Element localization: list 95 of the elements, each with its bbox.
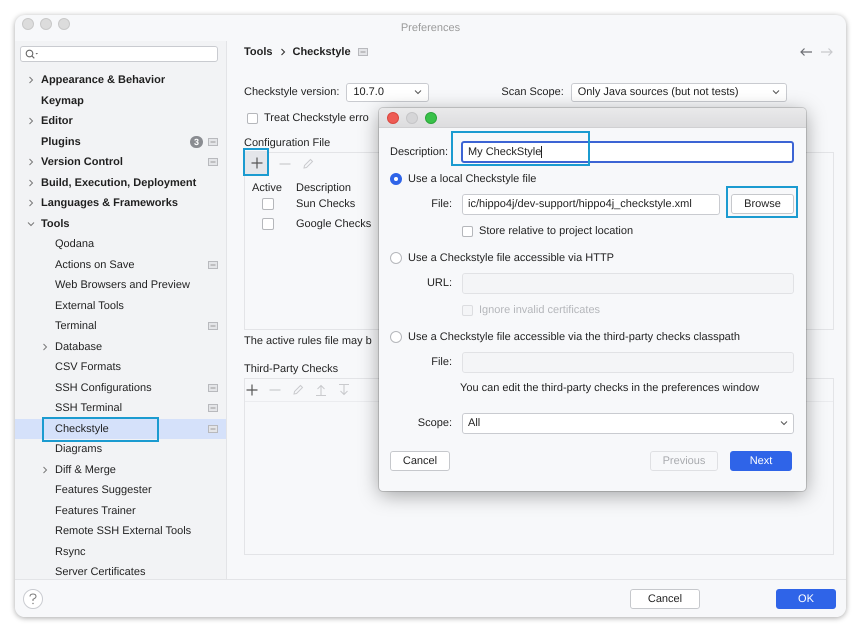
search-field[interactable] [20, 46, 218, 62]
plus-icon [250, 156, 262, 168]
sidebar-item[interactable]: Actions on Save [55, 256, 134, 273]
chevron-right-icon[interactable] [27, 158, 35, 166]
sidebar-item[interactable]: Database [55, 338, 102, 355]
checkbox-label: Store relative to project location [479, 225, 634, 237]
field-label: Checkstyle version: [244, 86, 340, 98]
description-field[interactable]: My CheckStyle [461, 141, 794, 163]
browse-button[interactable]: Browse [731, 194, 794, 214]
chevron-right-icon[interactable] [27, 117, 35, 126]
count-badge: 3 [190, 136, 203, 148]
dialog-button[interactable]: Cancel [390, 451, 450, 471]
sidebar-item[interactable]: CSV Formats [55, 359, 122, 376]
sidebar-item[interactable]: Plugins [41, 134, 81, 150]
column-header[interactable]: Description [296, 182, 352, 194]
sidebar-item[interactable]: Server Certificates [55, 564, 146, 580]
field-label: File: [430, 356, 453, 368]
sidebar-item[interactable]: Build, Execution, Deployment [41, 174, 196, 191]
section-title: Configuration File [244, 137, 332, 149]
scope-dropdown[interactable]: All [462, 412, 794, 434]
chevron-down-icon [780, 420, 788, 426]
dialog-button[interactable]: Next [730, 451, 792, 471]
field-label: Description: [390, 146, 450, 158]
window-title: Preferences [400, 22, 460, 34]
sidebar-item[interactable]: Web Browsers and Preview [55, 277, 190, 294]
sidebar-item[interactable]: Remote SSH External Tools [55, 523, 192, 540]
field-label: URL: [426, 277, 453, 289]
checkbox-label: Treat Checkstyle erro [264, 112, 369, 124]
sidebar-item[interactable]: Languages & Frameworks [41, 195, 178, 212]
sidebar-item[interactable]: Qodana [55, 236, 94, 252]
chevron-down-icon [414, 89, 422, 95]
table-cell: Sun Checks [296, 198, 356, 210]
close-button[interactable] [387, 112, 399, 124]
sidebar-item[interactable]: SSH Terminal [55, 400, 122, 416]
cancel-button[interactable]: Cancel [630, 588, 700, 608]
file-path-field[interactable]: ic/hippo4j/dev-support/hippo4j_checkstyle.xml [462, 194, 720, 214]
version-dropdown[interactable]: 10.7.0 [346, 82, 430, 102]
question-icon [28, 592, 38, 604]
radio-label: Use a local Checkstyle file [408, 172, 536, 184]
ok-button[interactable]: OK [776, 588, 836, 608]
pencil-icon[interactable] [292, 384, 304, 396]
move-down-icon[interactable] [338, 384, 350, 396]
checkbox[interactable] [262, 198, 274, 210]
radio-button[interactable] [390, 172, 402, 184]
radio-label: Use a Checkstyle file accessible via the third-party checks classpath [408, 330, 740, 342]
field-label: Scope: [416, 417, 453, 429]
breadcrumb-item[interactable]: Checkstyle [292, 46, 351, 58]
field-label: File: [430, 198, 453, 210]
sidebar-item[interactable]: Features Trainer [55, 502, 136, 519]
move-up-icon[interactable] [315, 384, 327, 396]
chevron-right-icon[interactable] [41, 342, 49, 351]
chevron-down-icon[interactable] [27, 220, 35, 228]
help-button[interactable] [23, 588, 43, 608]
pencil-icon[interactable] [302, 158, 314, 170]
sidebar-item[interactable]: Rsync [55, 544, 86, 560]
checkbox[interactable] [462, 226, 473, 236]
info-text: The active rules file may b [244, 335, 372, 347]
checkbox[interactable] [262, 218, 274, 230]
chevron-right-icon[interactable] [27, 76, 35, 84]
section-title: Third-Party Checks [244, 363, 340, 375]
add-icon[interactable] [246, 384, 258, 396]
radio-button[interactable] [390, 330, 402, 342]
scope-dropdown[interactable]: Only Java sources (but not tests) [570, 82, 787, 102]
sidebar-item[interactable]: External Tools [55, 298, 124, 314]
sidebar-item[interactable]: Diff & Merge [55, 462, 116, 478]
zoom-button[interactable] [425, 112, 437, 124]
sidebar-item[interactable]: SSH Configurations [55, 380, 152, 396]
hint-text: You can edit the third-party checks in the preferences window [460, 382, 760, 394]
radio-label: Use a Checkstyle file accessible via HTTP [408, 252, 614, 264]
chevron-right-icon [280, 48, 286, 56]
zoom-button[interactable] [58, 18, 70, 30]
chevron-down-icon [772, 89, 780, 95]
radio-button[interactable] [390, 252, 402, 264]
sidebar-item[interactable]: Diagrams [55, 441, 102, 458]
sidebar-item[interactable]: Keymap [41, 92, 84, 109]
sidebar-item[interactable]: Terminal [55, 318, 97, 334]
checkbox[interactable] [247, 112, 258, 124]
breadcrumb-item[interactable]: Tools [244, 46, 273, 58]
close-button[interactable] [22, 18, 34, 30]
chevron-right-icon[interactable] [27, 199, 35, 208]
sidebar-item[interactable]: Features Suggester [55, 482, 152, 498]
sidebar-item[interactable]: Editor [41, 113, 73, 130]
checkbox-label: Ignore invalid certificates [479, 304, 600, 316]
back-arrow-icon[interactable] [799, 47, 813, 57]
sidebar-item[interactable]: Tools [41, 216, 70, 232]
sidebar-item[interactable]: Appearance & Behavior [41, 72, 166, 88]
table-cell: Google Checks [296, 218, 372, 230]
minimize-button[interactable] [406, 112, 418, 124]
sidebar-item[interactable]: Version Control [41, 154, 123, 170]
column-header[interactable]: Active [252, 182, 286, 194]
field-label: Scan Scope: [501, 86, 564, 98]
chevron-right-icon[interactable] [41, 466, 49, 474]
chevron-right-icon[interactable] [27, 178, 35, 187]
panel-icon [358, 48, 368, 56]
minimize-button[interactable] [40, 18, 52, 30]
